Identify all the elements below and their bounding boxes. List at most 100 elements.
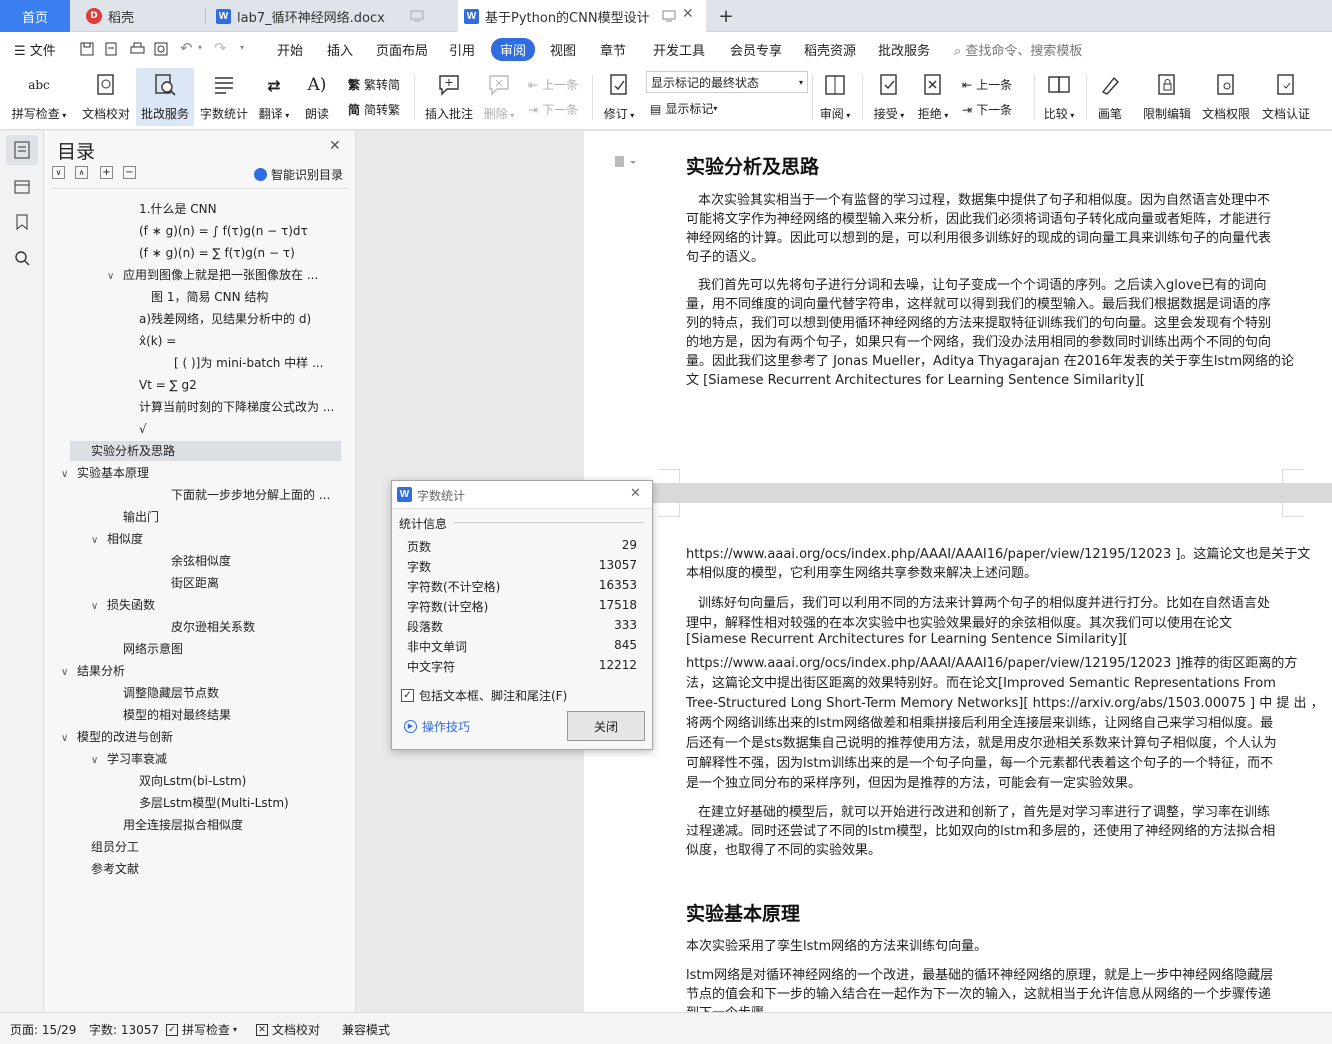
paragraph-menu-icon[interactable] bbox=[614, 155, 638, 169]
grading-service-button[interactable]: 批改服务 bbox=[136, 68, 194, 126]
toc-item[interactable]: 图 1，简易 CNN 结构 bbox=[151, 287, 268, 307]
tab-home[interactable]: 首页 bbox=[0, 0, 70, 32]
show-markup-button[interactable]: ▤ 显示标记 ▾ bbox=[650, 100, 717, 117]
menu-item[interactable]: 稻壳资源 bbox=[804, 40, 856, 59]
tab-doc-lab7[interactable]: Wlab7_循环神经网络.docx bbox=[210, 0, 452, 32]
redo-icon[interactable]: ↷ bbox=[214, 39, 227, 57]
accept-button[interactable]: 接受 ▾ bbox=[870, 68, 908, 126]
toc-item[interactable]: ∨ 模型的改进与创新 bbox=[61, 727, 173, 747]
toc-item[interactable]: 皮尔逊相关系数 bbox=[171, 617, 255, 637]
simp-to-trad-button[interactable]: 简简转繁 bbox=[348, 101, 400, 118]
doc-certify-button[interactable]: 文档认证 bbox=[1258, 68, 1314, 126]
new-tab-button[interactable]: + bbox=[716, 0, 736, 32]
toc-item[interactable]: 参考文献 bbox=[91, 859, 139, 879]
chevron-down-icon[interactable]: ∨ bbox=[91, 531, 103, 551]
spell-check-button[interactable]: abc 拼写检查 ▾ bbox=[10, 68, 68, 126]
prev-change-button[interactable]: ⇤ 上一条 bbox=[962, 76, 1012, 93]
prev-comment-button[interactable]: ⇤ 上一条 bbox=[528, 76, 578, 93]
toc-item[interactable]: ∨ 学习率衰减 bbox=[91, 749, 167, 769]
toc-item[interactable]: ∨ 结果分析 bbox=[61, 661, 125, 681]
collapse-all-icon[interactable]: ∧ bbox=[75, 166, 88, 179]
menu-item[interactable]: 章节 bbox=[600, 40, 626, 59]
include-footnotes-checkbox[interactable]: ✓ 包括文本框、脚注和尾注(F) bbox=[401, 687, 567, 704]
toc-item[interactable]: 调整隐藏层节点数 bbox=[123, 683, 219, 703]
doc-permission-button[interactable]: 文档权限 bbox=[1198, 68, 1254, 126]
tab-daoke[interactable]: D 稻壳 bbox=[80, 0, 204, 32]
monitor-icon[interactable] bbox=[410, 10, 424, 22]
toc-item[interactable]: 双向Lstm(bi-Lstm) bbox=[139, 771, 246, 791]
chevron-down-icon[interactable]: ∨ bbox=[91, 597, 103, 617]
toc-item[interactable]: ∨ 实验基本原理 bbox=[61, 463, 149, 483]
toc-item[interactable]: (f ∗ g)(n) = ∫ f(τ)g(n − τ)dτ bbox=[139, 221, 308, 241]
toc-item[interactable]: 用全连接层拟合相似度 bbox=[123, 815, 243, 835]
remove-heading-icon[interactable]: − bbox=[123, 166, 136, 179]
chevron-down-icon[interactable]: ∨ bbox=[61, 465, 73, 485]
menu-item[interactable]: 页面布局 bbox=[376, 40, 428, 59]
toc-item[interactable]: 1.什么是 CNN bbox=[139, 199, 217, 219]
proof-status[interactable]: ✕ 文档校对 bbox=[256, 1021, 320, 1038]
close-icon[interactable]: ✕ bbox=[630, 486, 641, 501]
monitor-icon[interactable] bbox=[662, 10, 676, 22]
tab-doc-cnn[interactable]: W 基于Python的CNN模型设计 ✕ bbox=[458, 0, 706, 32]
toc-item[interactable]: 组员分工 bbox=[91, 837, 139, 857]
insert-comment-button[interactable]: 插入批注 bbox=[422, 68, 476, 126]
toc-view-icon[interactable] bbox=[6, 135, 38, 165]
expand-all-icon[interactable]: ∨ bbox=[52, 166, 65, 179]
smart-toc-button[interactable]: 智能识别目录 bbox=[254, 166, 343, 183]
toc-item[interactable]: ∨ 应用到图像上就是把一张图像放在 ... bbox=[107, 265, 318, 285]
compare-button[interactable]: 比较 ▾ bbox=[1040, 68, 1078, 126]
toc-item[interactable]: 下面就一步步地分解上面的 ... bbox=[171, 485, 330, 505]
delete-comment-button[interactable]: 删除 ▾ bbox=[480, 68, 518, 126]
toc-item[interactable]: ∨ 相似度 bbox=[91, 529, 143, 549]
chapter-view-icon[interactable] bbox=[6, 171, 38, 201]
restrict-edit-button[interactable]: 限制编辑 bbox=[1140, 68, 1194, 126]
translate-button[interactable]: ⇄ 翻译 ▾ bbox=[254, 68, 294, 126]
toc-item[interactable]: 实验分析及思路 bbox=[70, 441, 341, 461]
next-comment-button[interactable]: ⇥ 下一条 bbox=[528, 101, 578, 118]
chevron-down-icon[interactable]: ∨ bbox=[61, 729, 73, 749]
markup-state-select[interactable]: 显示标记的最终状态 ▾ bbox=[646, 71, 808, 93]
toc-item[interactable]: ∨ 损失函数 bbox=[91, 595, 155, 615]
toc-item[interactable]: 模型的相对最终结果 bbox=[123, 705, 231, 725]
menu-item[interactable]: 开始 bbox=[277, 40, 303, 59]
reject-button[interactable]: 拒绝 ▾ bbox=[914, 68, 952, 126]
toc-item[interactable]: 多层Lstm模型(Multi-Lstm) bbox=[139, 793, 289, 813]
menu-item[interactable]: 批改服务 bbox=[878, 40, 930, 59]
close-icon[interactable]: ✕ bbox=[329, 138, 341, 154]
review-pane-button[interactable]: 审阅 ▾ bbox=[816, 68, 854, 126]
word-count-indicator[interactable]: 字数: 13057 bbox=[89, 1021, 159, 1038]
read-aloud-button[interactable]: A) 朗读 bbox=[300, 68, 334, 126]
toc-item[interactable]: a)残差网络，见结果分析中的 d) bbox=[139, 309, 311, 329]
print-icon[interactable] bbox=[130, 42, 145, 56]
trad-to-simp-button[interactable]: 繁繁转简 bbox=[348, 76, 400, 93]
menu-item[interactable]: 开发工具 bbox=[653, 40, 705, 59]
menu-item[interactable]: 审阅 bbox=[491, 38, 536, 61]
toc-item[interactable]: 街区距离 bbox=[171, 573, 219, 593]
undo-icon[interactable]: ↶ bbox=[180, 39, 193, 57]
menu-item[interactable]: 视图 bbox=[550, 40, 576, 59]
bookmark-icon[interactable] bbox=[6, 207, 38, 237]
toc-item[interactable]: x̂(k) = bbox=[139, 331, 176, 351]
chevron-down-icon[interactable]: ▾ bbox=[198, 43, 202, 52]
menu-item[interactable]: 会员专享 bbox=[730, 40, 782, 59]
tips-link[interactable]: ▶ 操作技巧 bbox=[404, 718, 470, 735]
menu-item[interactable]: 引用 bbox=[449, 40, 475, 59]
pen-button[interactable]: 画笔 bbox=[1092, 68, 1128, 126]
chevron-down-icon[interactable]: ∨ bbox=[107, 267, 119, 287]
toc-item[interactable]: 输出门 bbox=[123, 507, 159, 527]
menu-item[interactable]: 插入 bbox=[327, 40, 353, 59]
chevron-down-icon[interactable]: ▾ bbox=[240, 43, 244, 52]
document-proof-button[interactable]: 文档校对 bbox=[78, 68, 134, 126]
chevron-down-icon[interactable]: ∨ bbox=[91, 751, 103, 771]
track-changes-button[interactable]: 修订 ▾ bbox=[600, 68, 638, 126]
add-heading-icon[interactable]: + bbox=[100, 166, 113, 179]
spell-check-status[interactable]: ✓ 拼写检查 ▾ bbox=[166, 1021, 237, 1038]
word-count-button[interactable]: 字数统计 bbox=[196, 68, 252, 126]
toc-item[interactable]: (f ∗ g)(n) = ∑ f(τ)g(n − τ) bbox=[139, 243, 295, 263]
command-search[interactable]: ⌕ 查找命令、搜索模板 bbox=[954, 40, 1082, 59]
menu-file[interactable]: ☰ 文件 bbox=[14, 40, 56, 59]
export-pdf-icon[interactable] bbox=[104, 42, 118, 56]
close-icon[interactable]: ✕ bbox=[682, 6, 694, 22]
search-icon[interactable] bbox=[6, 243, 38, 273]
toc-item[interactable]: 余弦相似度 bbox=[171, 551, 231, 571]
